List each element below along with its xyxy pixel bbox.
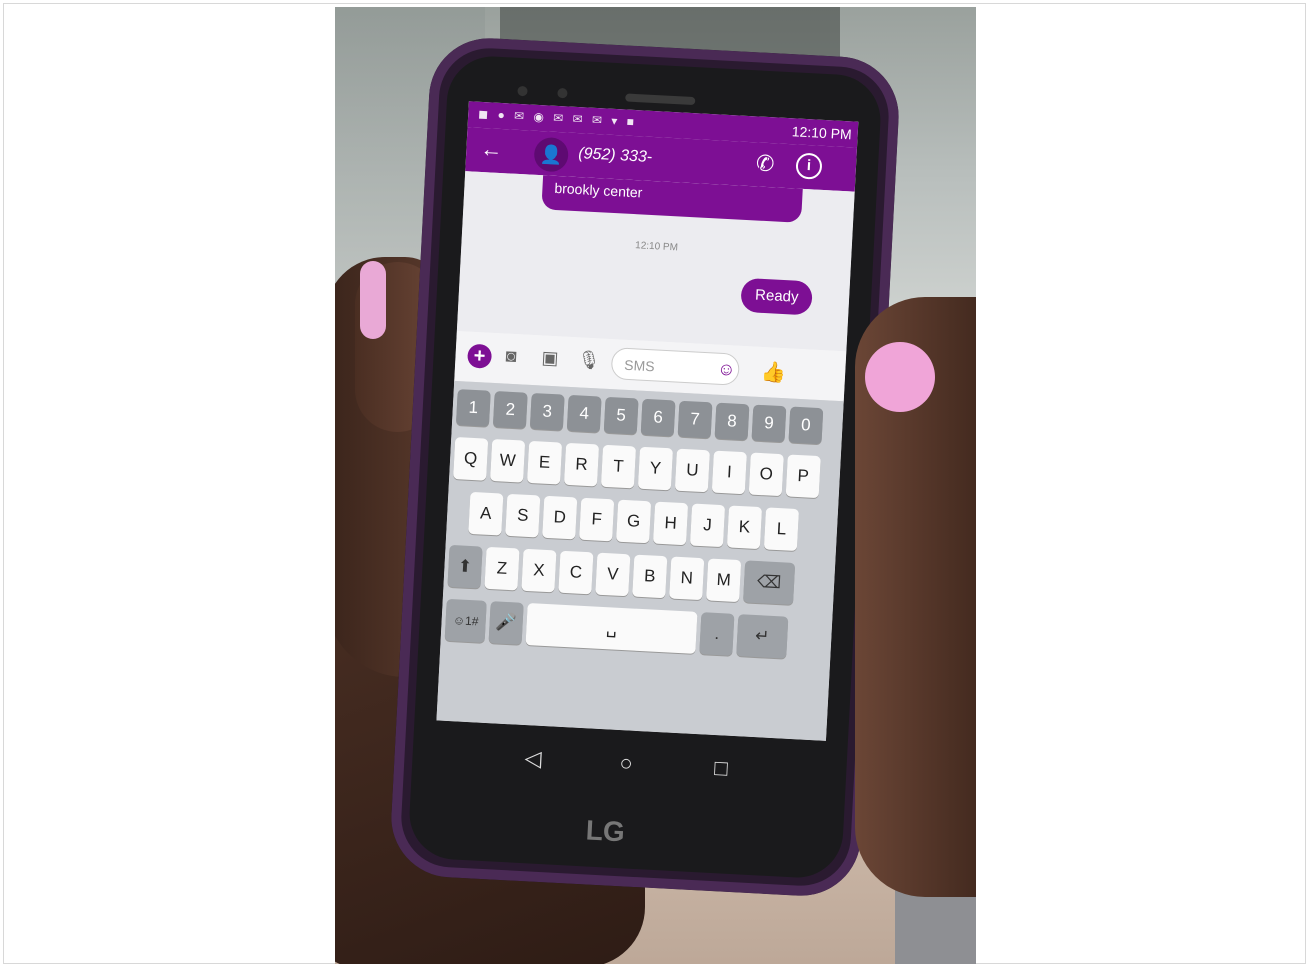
key-s[interactable]: S (505, 493, 541, 538)
key-y[interactable]: Y (637, 446, 674, 491)
space-key[interactable]: ␣ (525, 603, 698, 654)
info-icon[interactable]: i (795, 152, 823, 180)
key-r[interactable]: R (563, 442, 600, 487)
key-0[interactable]: 0 (788, 406, 824, 445)
shift-key[interactable]: ⬆ (447, 544, 483, 589)
key-b[interactable]: B (632, 554, 668, 599)
key-a[interactable]: A (468, 491, 504, 536)
key-t[interactable]: T (600, 444, 637, 489)
message-timestamp: 12:10 PM (634, 240, 679, 254)
voice-key[interactable]: 🎤 (488, 601, 524, 645)
key-w[interactable]: W (490, 438, 526, 483)
key-8[interactable]: 8 (714, 402, 750, 441)
key-5[interactable]: 5 (603, 396, 639, 435)
key-n[interactable]: N (669, 556, 705, 601)
letter-keys-3: ZXCVBNM (484, 546, 742, 606)
home-circle-icon[interactable]: ○ (619, 750, 634, 777)
key-9[interactable]: 9 (751, 404, 787, 443)
key-6[interactable]: 6 (640, 398, 676, 437)
key-k[interactable]: K (726, 505, 763, 550)
key-row-2: ASDFGHJKL (468, 491, 800, 555)
key-3[interactable]: 3 (529, 392, 565, 431)
notification-icons: ◼ ● ✉ ◉ ✉ ✉ ✉ ▾ ■ (477, 106, 638, 130)
phone-call-icon[interactable]: ✆ (755, 150, 775, 177)
key-p[interactable]: P (785, 454, 821, 499)
key-g[interactable]: G (616, 499, 652, 544)
key-x[interactable]: X (521, 548, 557, 593)
contact-avatar-icon[interactable]: 👤 (533, 136, 570, 173)
gallery-icon[interactable]: ▣ (541, 347, 559, 369)
key-v[interactable]: V (595, 552, 631, 597)
right-thumbnail (865, 342, 935, 412)
earpiece (625, 93, 696, 106)
microphone-icon[interactable]: 🎙 (577, 349, 601, 371)
key-f[interactable]: F (579, 497, 615, 542)
symbols-key[interactable]: ☺1# (444, 598, 487, 643)
key-row-4: ☺1# 🎤 ␣ . ↵ (444, 598, 789, 663)
phone: ◼ ● ✉ ◉ ✉ ✉ ✉ ▾ ■ 12:10 PM ← 👤 (952) 333… (388, 35, 902, 899)
key-d[interactable]: D (542, 495, 578, 540)
back-arrow-icon[interactable]: ← (480, 136, 503, 163)
message-thread: brookly center 12:10 PM Ready (456, 171, 855, 352)
key-row-3: ⬆ ZXCVBNM ⌫ (447, 544, 796, 609)
add-icon[interactable]: + (466, 343, 493, 369)
key-c[interactable]: C (558, 550, 594, 595)
key-7[interactable]: 7 (677, 400, 713, 439)
keyboard: 1234567890 QWERTYUIOP ASDFGHJKL ⬆ ZXCVBN… (436, 380, 844, 741)
contact-number[interactable]: (952) 333- (578, 145, 653, 167)
key-z[interactable]: Z (484, 546, 520, 591)
key-m[interactable]: M (706, 558, 742, 603)
key-o[interactable]: O (748, 452, 784, 497)
emoji-icon[interactable]: ☺ (717, 359, 736, 381)
key-j[interactable]: J (689, 503, 726, 548)
phone-brand-logo: LG (585, 814, 626, 848)
outgoing-message: Ready (740, 277, 814, 316)
front-camera (517, 85, 528, 97)
left-thumbnail (360, 261, 386, 339)
key-q[interactable]: Q (453, 437, 489, 481)
photo: ◼ ● ✉ ◉ ✉ ✉ ✉ ▾ ■ 12:10 PM ← 👤 (952) 333… (335, 7, 976, 964)
recents-square-icon[interactable]: □ (714, 755, 729, 782)
key-u[interactable]: U (674, 448, 710, 493)
key-e[interactable]: E (527, 440, 563, 485)
key-i[interactable]: I (711, 450, 747, 495)
sensor (557, 87, 568, 99)
key-1[interactable]: 1 (455, 389, 491, 427)
period-key[interactable]: . (699, 612, 735, 656)
key-2[interactable]: 2 (492, 391, 528, 429)
status-time: 12:10 PM (791, 123, 853, 143)
phone-screen: ◼ ● ✉ ◉ ✉ ✉ ✉ ▾ ■ 12:10 PM ← 👤 (952) 333… (436, 101, 859, 741)
key-l[interactable]: L (763, 507, 800, 552)
key-h[interactable]: H (653, 501, 689, 546)
camera-icon[interactable]: ◙ (505, 346, 517, 368)
thumbs-up-icon[interactable]: 👍 (761, 359, 787, 385)
enter-key[interactable]: ↵ (736, 614, 789, 659)
back-triangle-icon[interactable]: ◁ (524, 745, 542, 772)
backspace-key[interactable]: ⌫ (743, 560, 796, 605)
key-4[interactable]: 4 (566, 394, 602, 433)
